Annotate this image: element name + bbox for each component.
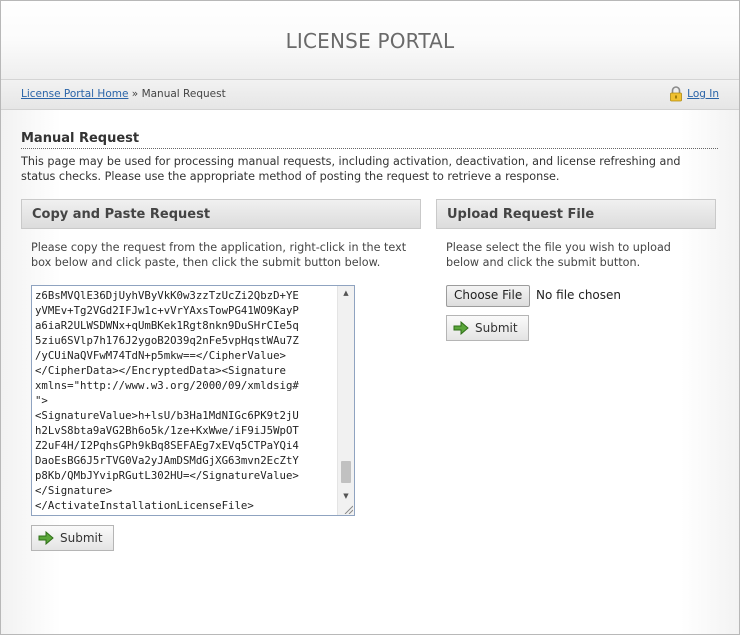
request-textarea-content[interactable]: z6BsMVQlE36DjUyhVByVkK0w3zzTzUcZi2QbzD+Y… (35, 288, 338, 514)
upload-heading: Upload Request File (436, 199, 716, 229)
copy-paste-instructions: Please copy the request from the applica… (31, 241, 407, 269)
page-title: Manual Request (21, 131, 718, 149)
scroll-down-arrow-icon[interactable]: ▼ (338, 489, 354, 503)
submit-arrow-icon (38, 530, 54, 546)
breadcrumb-current: Manual Request (141, 88, 226, 100)
submit-arrow-icon (453, 320, 469, 336)
textarea-scrollbar[interactable]: ▲ ▼ (337, 286, 354, 515)
submit-label: Submit (60, 531, 103, 545)
request-textarea[interactable]: z6BsMVQlE36DjUyhVByVkK0w3zzTzUcZi2QbzD+Y… (31, 285, 355, 516)
copy-paste-submit-button[interactable]: Submit (31, 525, 114, 551)
login-link[interactable]: Log In (687, 88, 719, 100)
page-description: This page may be used for processing man… (21, 155, 681, 183)
upload-submit-button[interactable]: Submit (446, 315, 529, 341)
login-area[interactable]: Log In (669, 86, 719, 102)
resize-grip-icon[interactable] (343, 504, 353, 514)
breadcrumb-home-link[interactable]: License Portal Home (21, 88, 128, 100)
upload-instructions: Please select the file you wish to uploa… (446, 241, 671, 269)
breadcrumb: License Portal Home » Manual Request (21, 88, 226, 100)
lock-icon[interactable] (669, 86, 683, 102)
scroll-thumb[interactable] (341, 461, 351, 483)
breadcrumb-separator: » (131, 88, 139, 100)
copy-paste-heading: Copy and Paste Request (21, 199, 421, 229)
choose-file-button[interactable]: Choose File (446, 285, 531, 307)
site-header: LICENSE PORTAL (1, 1, 739, 80)
scroll-up-arrow-icon[interactable]: ▲ (338, 286, 354, 300)
file-status: No file chosen (536, 288, 622, 302)
breadcrumb-bar: License Portal Home » Manual Request Log… (1, 80, 739, 110)
site-title: LICENSE PORTAL (285, 29, 455, 53)
submit-label: Submit (475, 321, 518, 335)
